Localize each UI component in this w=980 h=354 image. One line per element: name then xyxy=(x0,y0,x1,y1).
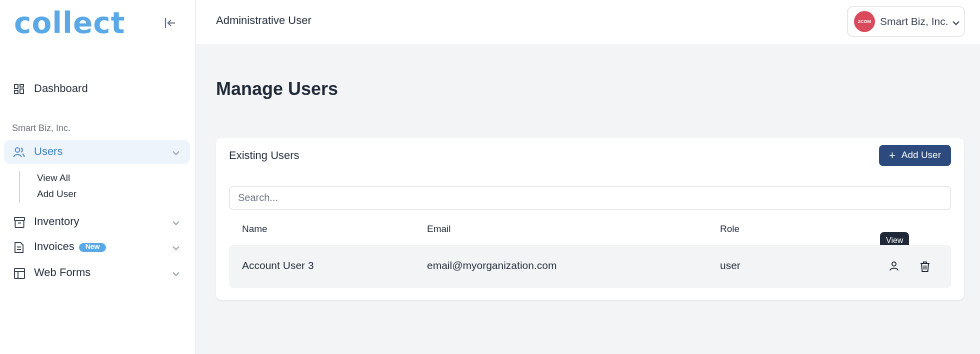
user-name-cell: Account User 3 xyxy=(242,260,314,272)
user-role-cell: user xyxy=(720,260,741,272)
document-icon xyxy=(13,241,25,253)
chevron-down-icon xyxy=(952,13,960,31)
user-email-cell: email@myorganization.com xyxy=(427,260,557,272)
column-header-email: Email xyxy=(427,224,451,235)
sidebar-item-inventory[interactable]: Inventory xyxy=(4,210,190,234)
chevron-down-icon xyxy=(172,268,180,280)
sidebar-item-users[interactable]: Users xyxy=(4,140,190,164)
app-logo[interactable]: collect xyxy=(14,6,125,40)
sidebar-item-label: Inventory xyxy=(34,216,80,228)
box-icon xyxy=(13,216,25,228)
sidebar-item-label: Dashboard xyxy=(34,83,88,95)
collapse-sidebar-icon[interactable] xyxy=(160,13,180,33)
subnav-view-all[interactable]: View All xyxy=(37,171,77,187)
sidebar-item-label: Web Forms xyxy=(34,267,91,279)
org-switcher[interactable]: 2COM Smart Biz, Inc. xyxy=(847,6,965,37)
add-user-label: Add User xyxy=(901,150,942,161)
sidebar-item-invoices[interactable]: Invoices New xyxy=(4,235,190,259)
add-user-button[interactable]: + Add User xyxy=(879,145,951,166)
users-icon xyxy=(13,146,25,158)
search-input[interactable] xyxy=(229,186,951,210)
column-header-name: Name xyxy=(242,224,268,235)
sidebar: collect Dashboard Smart Biz, Inc. Users … xyxy=(0,0,196,354)
column-header-role: Role xyxy=(720,224,740,235)
page-title: Manage Users xyxy=(216,79,339,99)
new-badge: New xyxy=(79,242,106,252)
chevron-down-icon xyxy=(172,147,180,159)
sidebar-item-web-forms[interactable]: Web Forms xyxy=(4,261,190,285)
table-icon xyxy=(13,267,25,279)
table-row: Account User 3 email@myorganization.com … xyxy=(229,245,951,288)
top-bar: Administrative User 2COM Smart Biz, Inc. xyxy=(196,0,980,44)
users-card: Existing Users + Add User Name Email Rol… xyxy=(216,138,964,300)
org-avatar: 2COM xyxy=(854,11,875,32)
user-role-title: Administrative User xyxy=(216,15,312,27)
card-title: Existing Users xyxy=(229,150,300,162)
plus-icon: + xyxy=(888,149,896,162)
chevron-down-icon xyxy=(172,217,180,229)
users-subnav: View All Add User xyxy=(19,171,77,203)
sidebar-item-label: Users xyxy=(34,146,63,158)
dashboard-icon xyxy=(13,83,25,95)
sidebar-item-dashboard[interactable]: Dashboard xyxy=(4,77,190,101)
trash-icon[interactable] xyxy=(917,258,933,274)
subnav-add-user[interactable]: Add User xyxy=(37,187,77,203)
chevron-down-icon xyxy=(172,242,180,254)
view-user-icon[interactable] xyxy=(886,258,902,274)
sidebar-item-label: Invoices xyxy=(34,241,75,253)
org-section-label: Smart Biz, Inc. xyxy=(12,123,71,133)
org-name: Smart Biz, Inc. xyxy=(880,15,949,28)
